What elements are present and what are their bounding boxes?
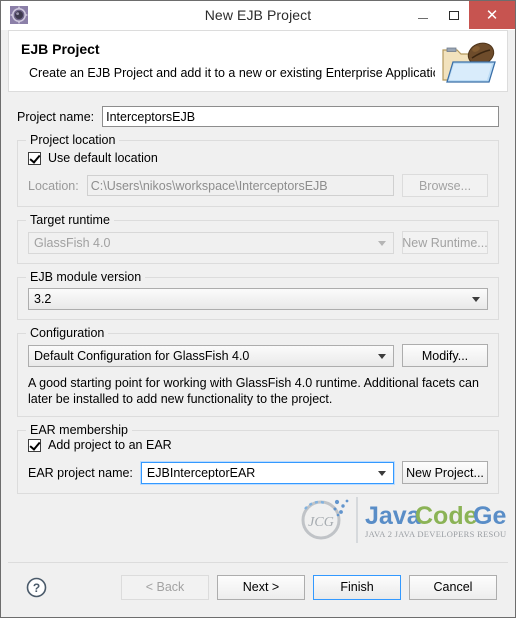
configuration-description: A good starting point for working with G… [28, 376, 479, 406]
page-title: EJB Project [21, 41, 100, 57]
svg-text:?: ? [33, 581, 40, 595]
use-default-location-row[interactable]: Use default location [28, 151, 488, 165]
modify-button[interactable]: Modify... [402, 344, 488, 367]
eclipse-gear-icon [10, 6, 28, 24]
chevron-down-icon [472, 297, 480, 302]
location-label: Location: [28, 178, 79, 193]
maximize-button[interactable] [438, 1, 469, 29]
chevron-down-icon [378, 470, 386, 476]
ear-membership-group-title: EAR membership [26, 423, 132, 437]
svg-text:Java: Java [365, 502, 422, 530]
project-name-label: Project name: [17, 109, 95, 124]
maximize-icon [448, 10, 459, 20]
chevron-down-icon [378, 240, 386, 246]
target-runtime-combo[interactable]: GlassFish 4.0 [28, 231, 394, 254]
cancel-button[interactable]: Cancel [409, 574, 497, 600]
project-location-group-title: Project location [26, 133, 120, 147]
target-runtime-row: GlassFish 4.0 New Runtime... [28, 231, 488, 254]
target-runtime-group-title: Target runtime [26, 213, 114, 227]
ejb-module-version-group: EJB module version 3.2 [17, 270, 499, 320]
configuration-value: Default Configuration for GlassFish 4.0 [34, 348, 250, 363]
configuration-combo[interactable]: Default Configuration for GlassFish 4.0 [28, 344, 394, 367]
configuration-row: Default Configuration for GlassFish 4.0 … [28, 344, 488, 367]
ejb-module-version-value: 3.2 [34, 292, 52, 306]
ejb-module-version-group-title: EJB module version [26, 270, 146, 284]
new-runtime-button[interactable]: New Runtime... [402, 231, 488, 254]
close-button[interactable]: ✕ [469, 1, 515, 29]
browse-button[interactable]: Browse... [402, 174, 488, 197]
dialog-footer: ? < Back Next > Finish Cancel [8, 562, 508, 611]
ear-project-name-value: EJBInterceptorEAR [146, 465, 256, 480]
chevron-down-icon [378, 353, 386, 359]
add-project-to-ear-label: Add project to an EAR [48, 438, 172, 452]
ejb-folder-bean-icon [435, 34, 501, 90]
svg-text:JCG: JCG [308, 515, 334, 530]
add-project-to-ear-checkbox[interactable] [28, 438, 41, 452]
finish-button[interactable]: Finish [313, 574, 401, 600]
ejb-module-version-combo[interactable]: 3.2 [28, 288, 488, 310]
project-location-group: Project location Use default location Lo… [17, 133, 499, 207]
page-description: Create an EJB Project and add it to a ne… [29, 66, 451, 80]
ear-project-name-label: EAR project name: [28, 465, 133, 480]
project-name-input[interactable] [102, 106, 499, 127]
location-input[interactable] [86, 175, 394, 196]
dialog-header: EJB Project Create an EJB Project and ad… [8, 30, 508, 92]
close-icon: ✕ [485, 6, 499, 24]
svg-text:JAVA 2 JAVA DEVELOPERS RESOURC: JAVA 2 JAVA DEVELOPERS RESOURCE CENTER [365, 529, 506, 539]
jcg-monogram: JCG [301, 499, 349, 540]
help-question-icon[interactable]: ? [26, 577, 47, 598]
dialog-body: Project name: Project location Use defau… [1, 92, 515, 547]
ear-membership-group: EAR membership Add project to an EAR EAR… [17, 423, 499, 494]
location-row: Location: Browse... [28, 174, 488, 197]
add-project-to-ear-row[interactable]: Add project to an EAR [28, 438, 488, 452]
window-controls: ✕ [407, 1, 515, 29]
use-default-location-checkbox[interactable] [28, 151, 41, 165]
next-button[interactable]: Next > [217, 574, 305, 600]
minimize-icon [417, 17, 428, 19]
configuration-group: Configuration Default Configuration for … [17, 326, 499, 417]
project-name-row: Project name: [17, 92, 499, 127]
back-button[interactable]: < Back [121, 574, 209, 600]
minimize-button[interactable] [407, 1, 438, 29]
target-runtime-value: GlassFish 4.0 [34, 235, 111, 250]
ear-project-name-combo[interactable]: EJBInterceptorEAR [139, 460, 396, 485]
svg-text:Geeks: Geeks [473, 502, 506, 530]
target-runtime-group: Target runtime GlassFish 4.0 New Runtime… [17, 213, 499, 264]
use-default-location-label: Use default location [48, 151, 158, 165]
ear-project-name-row: EAR project name: EJBInterceptorEAR New … [28, 460, 488, 485]
svg-text:Code: Code [415, 502, 478, 530]
new-ejb-project-dialog: New EJB Project ✕ EJB Project Create an … [0, 0, 516, 618]
java-code-geeks-watermark: JCG Java Code Geeks JAVA 2 JAVA DEVELOPE… [291, 493, 515, 547]
configuration-group-title: Configuration [26, 326, 109, 340]
title-bar: New EJB Project ✕ [1, 1, 515, 30]
new-project-button[interactable]: New Project... [402, 461, 488, 484]
footer-buttons: < Back Next > Finish Cancel [121, 574, 497, 600]
